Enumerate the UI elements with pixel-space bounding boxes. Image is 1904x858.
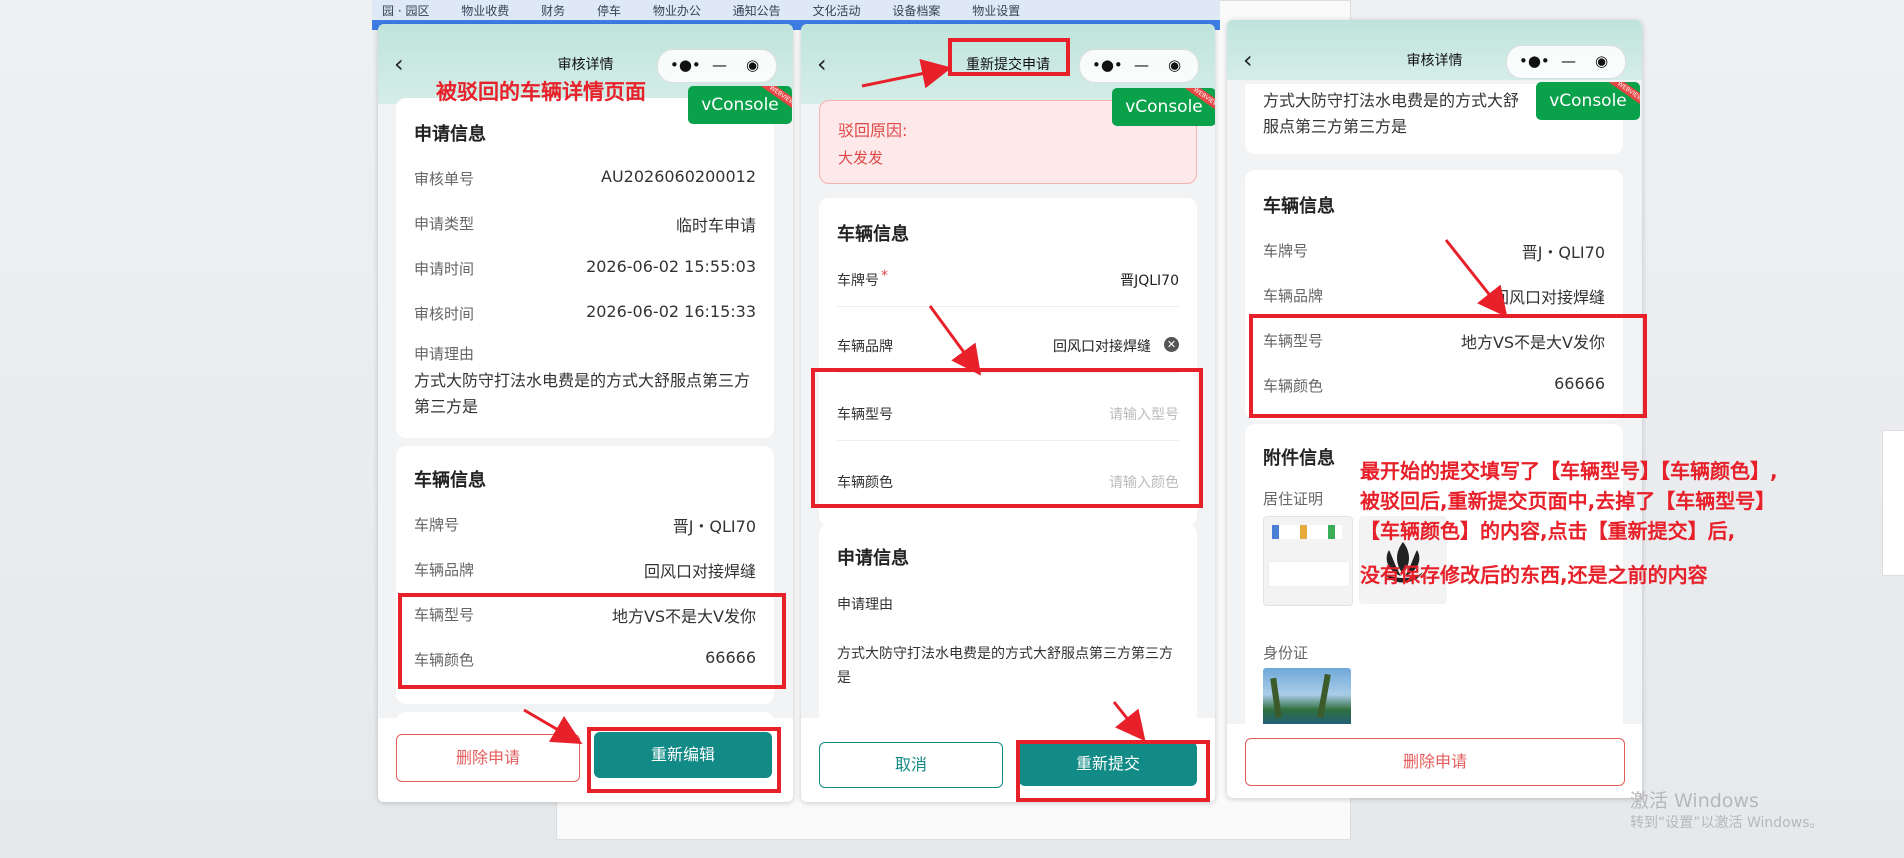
arrow [928, 305, 982, 376]
annotation-line: 最开始的提交填写了【车辆型号】【车辆颜色】, [1360, 459, 1778, 483]
arrow [523, 708, 583, 745]
annotation-line: 【车辆颜色】的内容,点击【重新提交】后, [1360, 519, 1736, 543]
arrow [1112, 701, 1146, 742]
side-document-preview [1882, 430, 1904, 576]
annotation-arrows [523, 58, 1508, 745]
windows-activation-title: 激活 Windows [1630, 790, 1759, 812]
annotation-line: 被驳回后,重新提交页面中,去掉了【车辆型号】 [1360, 489, 1776, 513]
annotation-line: 没有保存修改后的东西,还是之前的内容 [1360, 563, 1708, 587]
annotation-panel1-caption: 被驳回的车辆详情页面 [436, 80, 646, 104]
arrow [1444, 239, 1508, 318]
windows-activation-subtitle: 转到“设置”以激活 Windows。 [1630, 815, 1824, 831]
arrow [861, 58, 952, 89]
annotation-description: 最开始的提交填写了【车辆型号】【车辆颜色】, 被驳回后,重新提交页面中,去掉了【… [1360, 456, 1778, 590]
